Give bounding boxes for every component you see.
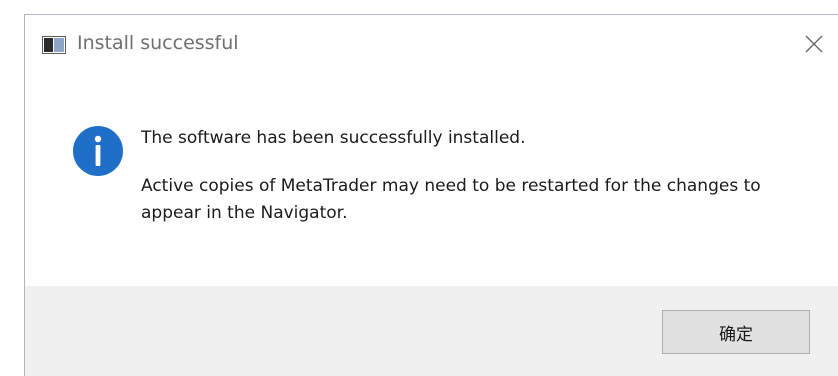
background bbox=[0, 0, 838, 14]
dialog-footer: 确定 bbox=[25, 286, 838, 376]
message-secondary: Active copies of MetaTrader may need to … bbox=[141, 176, 761, 223]
dialog-title: Install successful bbox=[77, 32, 239, 54]
info-icon bbox=[72, 125, 124, 177]
screen: Install successful The software has been… bbox=[0, 0, 838, 376]
app-window-icon bbox=[42, 36, 66, 54]
close-button[interactable] bbox=[799, 31, 829, 61]
install-dialog: Install successful The software has been… bbox=[24, 14, 838, 376]
message-primary: The software has been successfully insta… bbox=[141, 128, 526, 148]
close-icon bbox=[805, 35, 823, 57]
ok-button[interactable]: 确定 bbox=[662, 310, 810, 354]
title-bar[interactable]: Install successful bbox=[25, 15, 838, 75]
message-text: The software has been successfully insta… bbox=[141, 125, 821, 227]
dialog-content: The software has been successfully insta… bbox=[25, 75, 838, 286]
